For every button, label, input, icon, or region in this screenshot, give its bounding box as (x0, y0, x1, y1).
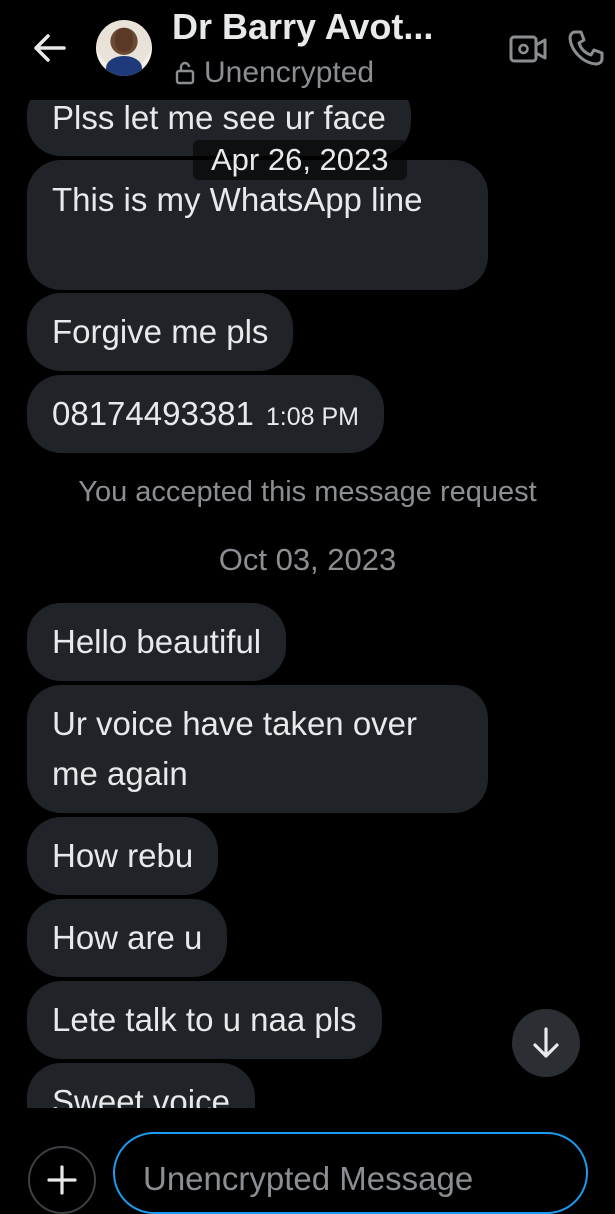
scroll-to-bottom-button[interactable] (512, 1009, 580, 1077)
date-divider: Oct 03, 2023 (218, 542, 397, 577)
date-overlay: Apr 26, 2023 (193, 140, 407, 180)
message-input[interactable] (113, 1132, 588, 1214)
plus-icon (47, 1165, 77, 1195)
composer (0, 1108, 615, 1214)
message-bubble[interactable]: Forgive me pls (27, 293, 294, 371)
message-bubble[interactable]: How rebu (27, 817, 219, 895)
message-text: Ur voice have taken over me again (52, 705, 418, 792)
contact-name[interactable]: Dr Barry Avot... (172, 6, 433, 48)
arrow-down-icon (533, 1027, 559, 1058)
voice-call-button[interactable] (566, 28, 606, 68)
message-bubble[interactable]: Hello beautiful (27, 603, 287, 681)
message-bubble[interactable]: How are u (27, 899, 228, 977)
avatar[interactable] (96, 20, 152, 76)
conversation-header: Dr Barry Avot... Unencrypted (0, 0, 615, 100)
video-camera-icon (509, 35, 547, 63)
message-bubble[interactable]: 08174493381 1:08 PM (27, 375, 384, 453)
status-text: Unencrypted (204, 56, 375, 89)
phone-icon (568, 30, 604, 66)
add-attachment-button[interactable] (28, 1146, 96, 1214)
encryption-status: Unencrypted (174, 56, 374, 90)
system-notice: You accepted this message request (78, 476, 537, 508)
message-text: How are u (52, 919, 203, 956)
message-text: Lete talk to u naa pls (52, 1001, 357, 1038)
lock-icon (175, 61, 195, 85)
message-bubble[interactable]: Ur voice have taken over me again (27, 685, 488, 813)
arrow-left-icon (34, 34, 66, 62)
message-text: Forgive me pls (52, 313, 269, 350)
video-call-button[interactable] (508, 30, 548, 68)
message-text: 08174493381 (52, 395, 254, 432)
message-text: This is my WhatsApp line (52, 181, 423, 218)
back-button[interactable] (30, 28, 70, 68)
message-bubble[interactable]: Lete talk to u naa pls (27, 981, 382, 1059)
message-timestamp: 1:08 PM (265, 403, 359, 431)
message-text: Hello beautiful (52, 623, 262, 660)
message-text: Plss let me see ur face (52, 99, 386, 136)
message-text: How rebu (52, 837, 194, 874)
